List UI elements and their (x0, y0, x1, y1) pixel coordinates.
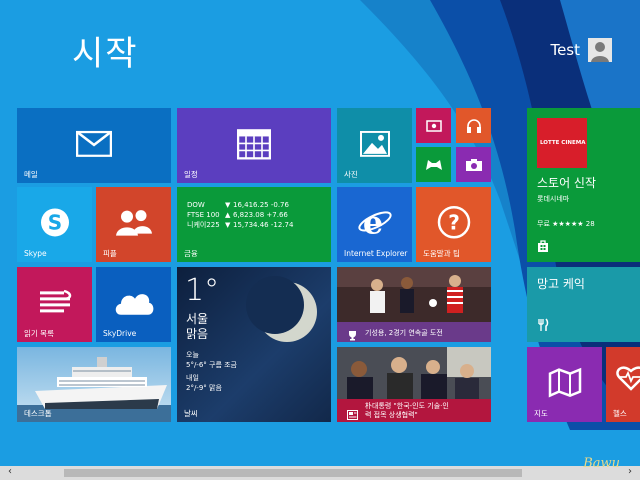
tile-desktop[interactable]: 데스크톱 (17, 347, 171, 422)
tile-mail[interactable]: 메일 (17, 108, 171, 183)
tile-label: 데스크톱 (24, 408, 52, 418)
user-icon (588, 38, 612, 62)
horizontal-scrollbar[interactable]: ‹ › (0, 466, 640, 480)
people-icon (115, 207, 153, 237)
tile-people[interactable]: 피플 (96, 187, 171, 262)
tile-label: SkyDrive (103, 328, 137, 338)
scroll-left-arrow[interactable]: ‹ (8, 466, 12, 477)
tile-label: 사진 (344, 169, 358, 179)
avatar (588, 38, 612, 62)
weather-forecast: 오늘 5°/-6° 구름 조금 내일 2°/-9° 맑음 (186, 351, 238, 392)
recipe-title: 망고 케익 (537, 277, 585, 291)
sports-caption: 기성용, 2경기 연속골 도전 (365, 329, 443, 337)
tile-reading-list[interactable]: 읽기 목록 (17, 267, 92, 342)
news-icon (347, 405, 358, 422)
tile-label: 읽기 목록 (24, 328, 54, 338)
tile-sports[interactable]: 기성용, 2경기 연속골 도전 (337, 267, 491, 342)
tile-health[interactable]: 헬스 (606, 347, 640, 422)
store-rating: 무료 ★★★★★ 28 (537, 220, 595, 228)
tile-label: 지도 (534, 408, 548, 418)
svg-text:?: ? (448, 210, 460, 234)
gamepad-icon (425, 158, 443, 172)
finance-quotes: DOW ▼ 16,416.25 -0.76 FTSE 100 ▲ 6,823.08 +7… (187, 200, 293, 230)
tile-label: 일정 (184, 169, 198, 179)
svg-text:e: e (362, 206, 382, 238)
svg-text:S: S (47, 210, 61, 234)
finance-row: 니케이225 ▼ 15,734.46 -12.74 (187, 221, 294, 229)
trophy-icon (347, 326, 358, 342)
tile-label: 날씨 (184, 408, 198, 418)
tile-store[interactable]: LOTTE CINEMA 스토어 신작 롯데시네마 무료 ★★★★★ 28 (527, 108, 640, 262)
tile-label: 도움말과 팁 (423, 248, 460, 258)
tile-photos[interactable]: 사진 (337, 108, 412, 183)
tile-mango-cake[interactable]: 망고 케익 (527, 267, 640, 342)
reading-list-icon (38, 289, 72, 315)
mail-icon (76, 130, 112, 157)
tile-news[interactable]: 朴대통령 "한국-인도 기술·인 력 접목 상생협력" (337, 347, 491, 422)
skype-icon: S (39, 206, 71, 238)
soccer-photo (337, 267, 491, 322)
tile-weather[interactable]: 1° 서울 맑음 오늘 5°/-6° 구름 조금 내일 2°/-9° 맑음 날씨 (177, 267, 331, 422)
tile-label: 금융 (184, 248, 198, 258)
tile-games[interactable] (416, 147, 451, 182)
heart-icon (616, 365, 640, 395)
tile-help[interactable]: ? 도움말과 팁 (416, 187, 491, 262)
user-account[interactable]: Test (550, 38, 612, 62)
store-title: 스토어 신작 (537, 176, 597, 190)
help-icon: ? (437, 205, 471, 239)
tile-finance[interactable]: DOW ▼ 16,416.25 -0.76 FTSE 100 ▲ 6,823.08 +7… (177, 187, 331, 262)
weather-city: 서울 (186, 312, 209, 326)
tile-calendar[interactable]: 일정 (177, 108, 331, 183)
tile-camera[interactable] (456, 147, 491, 182)
scrollbar-thumb[interactable] (64, 469, 522, 477)
tile-maps[interactable]: 지도 (527, 347, 602, 422)
tile-label: 메일 (24, 169, 38, 179)
user-name: Test (550, 41, 580, 59)
weather-location: 서울 맑음 (186, 312, 208, 342)
tile-internet-explorer[interactable]: e Internet Explorer (337, 187, 412, 262)
tile-skydrive[interactable]: SkyDrive (96, 267, 171, 342)
store-bag-icon (537, 237, 549, 256)
watermark: Bawu (583, 456, 620, 471)
start-title: 시작 (72, 34, 139, 74)
weather-temperature: 1° (185, 273, 220, 308)
food-icon (537, 317, 549, 336)
tile-video[interactable] (416, 108, 451, 143)
tile-label: Internet Explorer (344, 248, 408, 258)
tile-label: 피플 (103, 248, 117, 258)
finance-row: FTSE 100 ▲ 6,823.08 +7.66 (187, 211, 288, 219)
camera-icon (465, 158, 483, 172)
tile-label: 헬스 (613, 408, 627, 418)
sports-caption-bar: 기성용, 2경기 연속골 도전 (337, 322, 491, 342)
tile-music[interactable] (456, 108, 491, 143)
photos-icon (359, 130, 390, 157)
news-caption: 朴대통령 "한국-인도 기술·인 력 접목 상생협력" (365, 402, 449, 419)
store-app-name: 롯데시네마 (537, 195, 570, 203)
news-photo (337, 347, 491, 399)
headphones-icon (466, 118, 482, 134)
map-icon (548, 367, 582, 398)
weather-condition: 맑음 (186, 327, 209, 341)
finance-row: DOW ▼ 16,416.25 -0.76 (187, 201, 289, 209)
calendar-icon (237, 127, 271, 159)
news-caption-bar: 朴대통령 "한국-인도 기술·인 력 접목 상생협력" (337, 399, 491, 422)
ie-icon: e (357, 206, 393, 238)
tile-skype[interactable]: S Skype (17, 187, 92, 262)
video-icon (425, 119, 442, 132)
lotte-cinema-logo: LOTTE CINEMA (537, 118, 587, 168)
scroll-right-arrow[interactable]: › (628, 466, 632, 477)
cloud-icon (113, 288, 155, 316)
tile-label: Skype (24, 248, 47, 258)
